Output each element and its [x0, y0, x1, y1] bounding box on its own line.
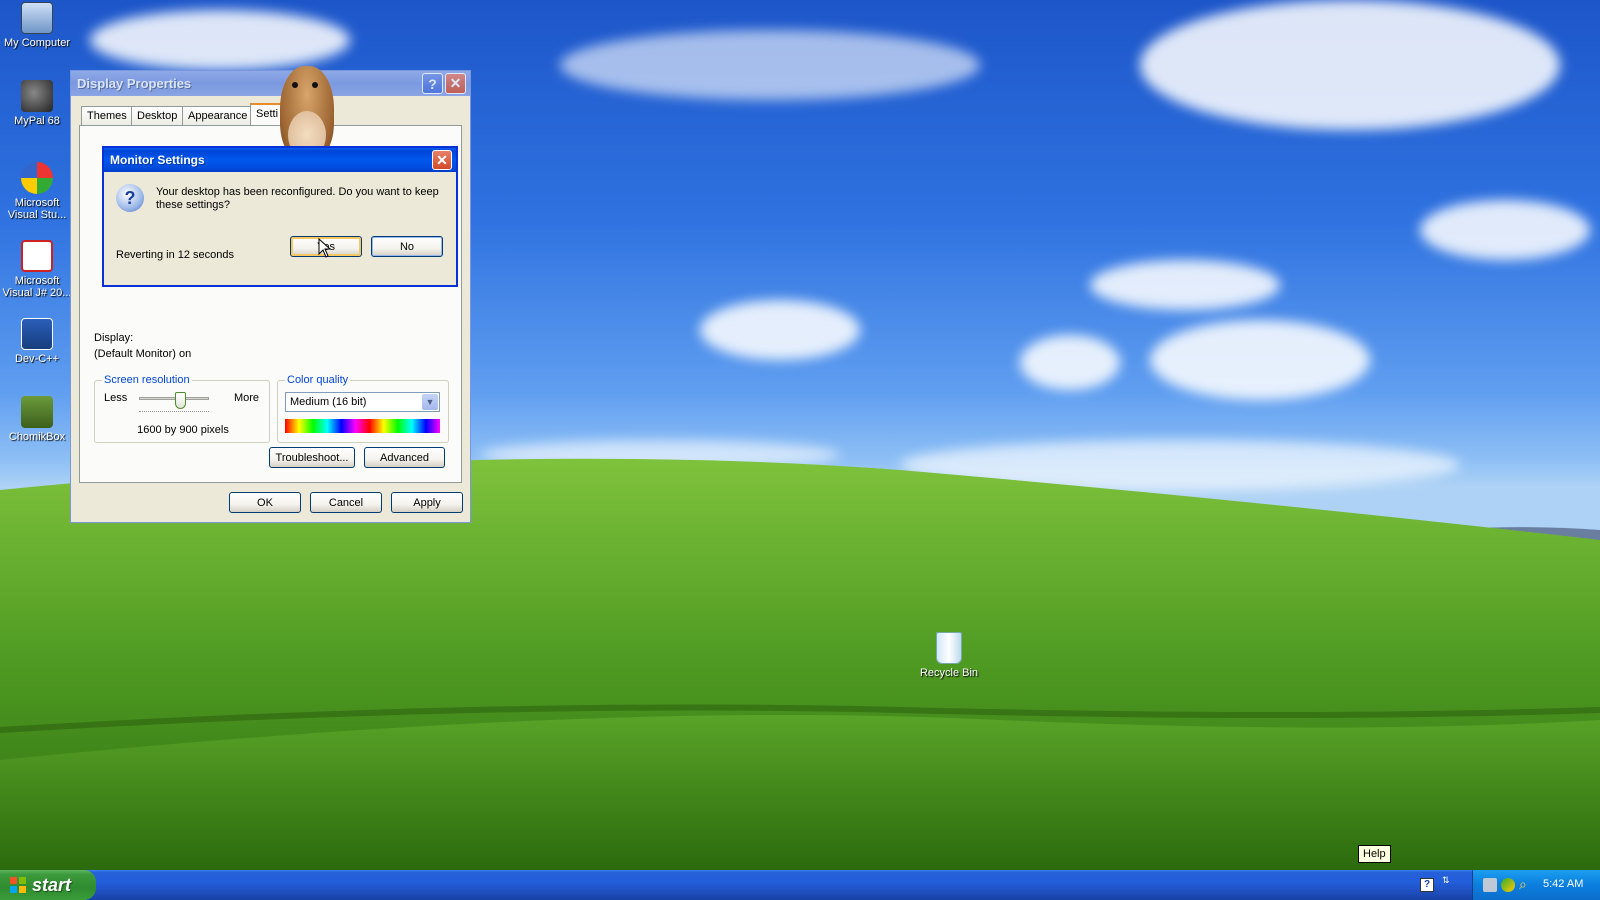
desktop-icon-devcpp[interactable]: Dev-C++	[0, 318, 74, 365]
desktop-icon-visual-studio[interactable]: Microsoft Visual Stu...	[0, 162, 74, 221]
resolution-slider-ticks	[139, 411, 209, 414]
close-icon[interactable]: ✕	[432, 150, 452, 170]
desktop-icon-label: My Computer	[3, 37, 71, 49]
resolution-value: 1600 by 900 pixels	[137, 424, 229, 436]
dialog-title: Monitor Settings	[110, 153, 205, 167]
help-tray-icon[interactable]: ?	[1420, 878, 1434, 892]
mypal-browser-icon	[21, 80, 53, 112]
color-quality-label: Color quality	[285, 374, 351, 386]
desktop-icon-label: Recycle Bin	[919, 667, 979, 679]
taskbar: start ? ⇅ ⌕ 5:42 AM	[0, 870, 1600, 900]
language-toggle-icon[interactable]: ⇅	[1442, 876, 1450, 885]
resolution-slider-track[interactable]	[139, 397, 209, 400]
no-button[interactable]: No	[371, 236, 443, 257]
troubleshoot-button[interactable]: Troubleshoot...	[269, 447, 355, 468]
display-properties-window: Display Properties ? ✕ Themes Desktop Ap…	[70, 70, 471, 523]
windows-logo-icon	[10, 877, 26, 893]
question-icon: ?	[116, 184, 144, 212]
clock[interactable]: 5:42 AM	[1543, 878, 1583, 890]
cancel-button[interactable]: Cancel	[310, 492, 382, 513]
color-quality-group: Color quality Medium (16 bit) ▼	[277, 374, 449, 443]
network-tray-icon[interactable]	[1483, 878, 1497, 892]
desktop-icon-label: Dev-C++	[14, 353, 60, 365]
visual-studio-icon	[21, 162, 53, 194]
start-label: start	[32, 874, 72, 895]
resolution-less-label: Less	[104, 392, 128, 404]
tab-themes[interactable]: Themes	[81, 106, 133, 126]
resolution-more-label: More	[233, 392, 259, 404]
security-tray-icon[interactable]	[1501, 878, 1515, 892]
desktop-icon-visual-jsharp[interactable]: Microsoft Visual J# 20...	[0, 240, 74, 299]
screen-resolution-label: Screen resolution	[102, 374, 192, 386]
chomikbox-icon	[21, 396, 53, 428]
desktop-icon-chomikbox[interactable]: ChomikBox	[0, 396, 74, 443]
display-label: Display:	[94, 332, 134, 344]
desktop-icon-label: Microsoft Visual Stu...	[7, 197, 67, 221]
search-tray-icon[interactable]: ⌕	[1519, 877, 1527, 891]
computer-icon	[21, 2, 53, 34]
desktop-icon-mypal[interactable]: MyPal 68	[0, 80, 74, 127]
tab-appearance[interactable]: Appearance	[182, 106, 254, 126]
desktop-icon-label: Microsoft Visual J# 20...	[2, 275, 72, 299]
system-tray: ⌕ 5:42 AM	[1472, 870, 1600, 900]
mouse-cursor-icon	[318, 238, 332, 258]
monitor-settings-titlebar[interactable]: Monitor Settings ✕	[104, 148, 456, 172]
recycle-bin-icon	[936, 632, 962, 664]
devcpp-icon	[21, 318, 53, 350]
monitor-settings-dialog: Monitor Settings ✕ ? Your desktop has be…	[102, 146, 458, 287]
advanced-button[interactable]: Advanced	[364, 447, 445, 468]
chevron-down-icon[interactable]: ▼	[422, 394, 438, 410]
color-spectrum-bar	[285, 419, 440, 433]
desktop-icon-my-computer[interactable]: My Computer	[0, 2, 74, 49]
color-quality-select[interactable]: Medium (16 bit) ▼	[285, 392, 440, 412]
help-tooltip: Help	[1358, 845, 1391, 863]
countdown-text: Reverting in 12 seconds	[116, 249, 235, 261]
color-quality-selected: Medium (16 bit)	[290, 396, 367, 408]
display-properties-titlebar[interactable]: Display Properties ? ✕	[71, 71, 470, 96]
desktop-icon-label: ChomikBox	[8, 431, 66, 443]
desktop-icon-recycle-bin[interactable]: Recycle Bin	[912, 632, 986, 679]
ok-button[interactable]: OK	[229, 492, 301, 513]
display-value: (Default Monitor) on	[94, 348, 192, 360]
close-icon[interactable]: ✕	[445, 73, 466, 94]
start-button[interactable]: start	[0, 870, 96, 900]
desktop-icon-label: MyPal 68	[14, 115, 60, 127]
apply-button[interactable]: Apply	[391, 492, 463, 513]
dialog-message: Your desktop has been reconfigured. Do y…	[156, 186, 439, 211]
tab-desktop[interactable]: Desktop	[131, 106, 184, 126]
visual-jsharp-icon	[21, 240, 53, 272]
screen-resolution-group: Screen resolution Less More 1600 by 900 …	[94, 374, 270, 443]
window-title: Display Properties	[77, 76, 192, 91]
help-icon[interactable]: ?	[422, 73, 443, 94]
resolution-slider-thumb[interactable]	[175, 392, 186, 409]
